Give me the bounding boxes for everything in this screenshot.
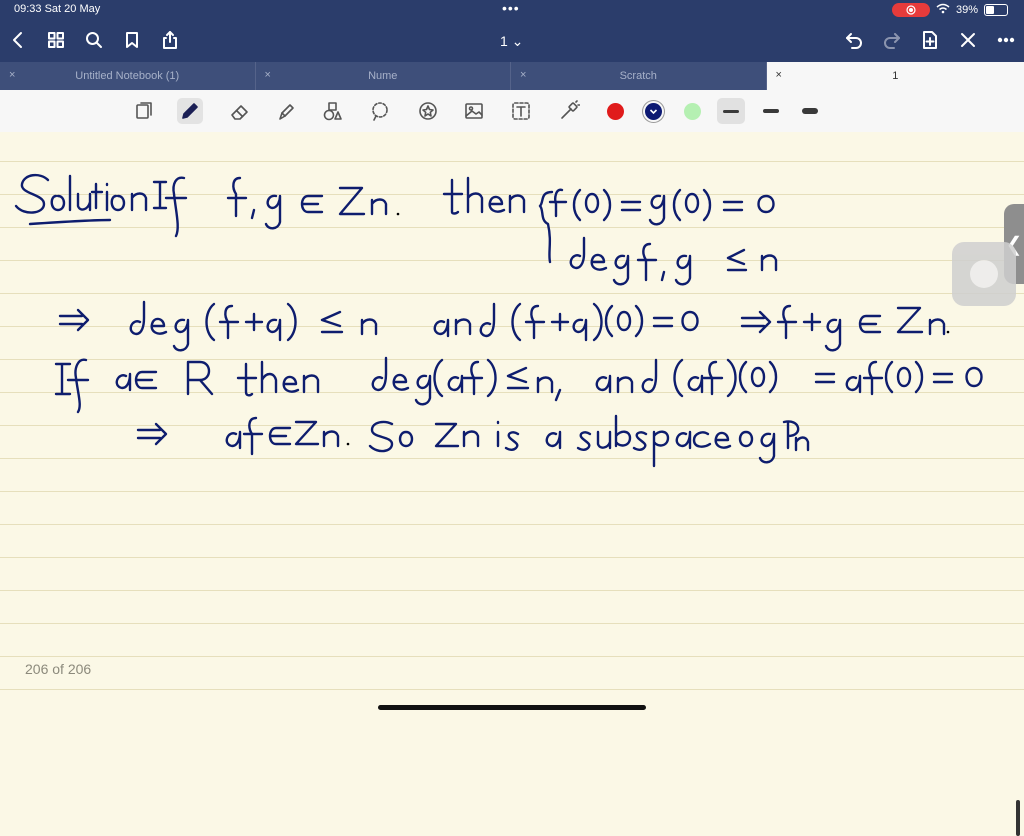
multitasking-dots-icon[interactable]: ••• (502, 0, 520, 16)
tab-label: 1 (892, 70, 898, 82)
tab-nume[interactable]: × Nume (256, 62, 512, 90)
tab-label: Nume (368, 70, 397, 82)
pen-icon[interactable] (177, 98, 203, 124)
lasso-icon[interactable] (367, 98, 393, 124)
tab-close-icon[interactable]: × (265, 69, 271, 81)
page-scrollbar[interactable] (1016, 800, 1020, 836)
status-right: 39% (892, 3, 1008, 17)
battery-percentage: 39% (956, 4, 978, 16)
thickness-thin-button[interactable] (717, 98, 745, 124)
tab-close-icon[interactable]: × (776, 69, 782, 81)
home-indicator[interactable] (378, 705, 646, 710)
more-options-icon[interactable] (994, 28, 1018, 52)
laser-pointer-icon[interactable] (556, 98, 582, 124)
note-page[interactable]: 206 of 206 ❮ (0, 132, 1024, 716)
color-green-swatch[interactable] (684, 103, 701, 120)
wifi-icon (936, 3, 950, 17)
tab-scratch[interactable]: × Scratch (511, 62, 767, 90)
color-red-swatch[interactable] (607, 103, 624, 120)
add-page-icon[interactable] (918, 28, 942, 52)
tab-untitled-notebook[interactable]: × Untitled Notebook (1) (0, 62, 256, 90)
shapes-icon[interactable] (320, 98, 346, 124)
back-icon[interactable] (6, 28, 30, 52)
page-counter: 206 of 206 (25, 661, 91, 677)
screen-recording-icon[interactable] (892, 3, 930, 17)
tab-1[interactable]: × 1 (767, 62, 1024, 90)
tab-close-icon[interactable]: × (9, 69, 15, 81)
page-selector[interactable]: 1 ⌄ (500, 33, 523, 50)
tab-close-icon[interactable]: × (520, 69, 526, 81)
thickness-thick-button[interactable] (796, 98, 824, 124)
status-time: 09:33 Sat 20 May (14, 3, 100, 15)
pages-icon[interactable] (131, 98, 157, 124)
bookmark-icon[interactable] (120, 28, 144, 52)
image-icon[interactable] (461, 98, 487, 124)
share-icon[interactable] (158, 28, 182, 52)
close-icon[interactable] (956, 28, 980, 52)
grid-view-icon[interactable] (44, 28, 68, 52)
tab-label: Untitled Notebook (1) (75, 70, 179, 82)
thickness-medium-button[interactable] (757, 98, 785, 124)
document-tabs: × Untitled Notebook (1) × Nume × Scratch… (0, 62, 1024, 90)
color-navy-swatch-selected[interactable] (645, 103, 662, 120)
top-bar: 09:33 Sat 20 May ••• 39% 1 ⌄ (0, 0, 1024, 62)
tab-label: Scratch (620, 70, 657, 82)
assistive-touch-button[interactable] (952, 242, 1016, 306)
undo-icon[interactable] (842, 28, 866, 52)
eraser-icon[interactable] (227, 98, 253, 124)
highlighter-icon[interactable] (273, 98, 299, 124)
sticker-icon[interactable] (415, 98, 441, 124)
redo-icon[interactable] (880, 28, 904, 52)
handwritten-solution (0, 132, 1024, 716)
drawing-toolbar (0, 90, 1024, 133)
text-icon[interactable] (508, 98, 534, 124)
battery-icon (984, 4, 1008, 16)
search-icon[interactable] (82, 28, 106, 52)
